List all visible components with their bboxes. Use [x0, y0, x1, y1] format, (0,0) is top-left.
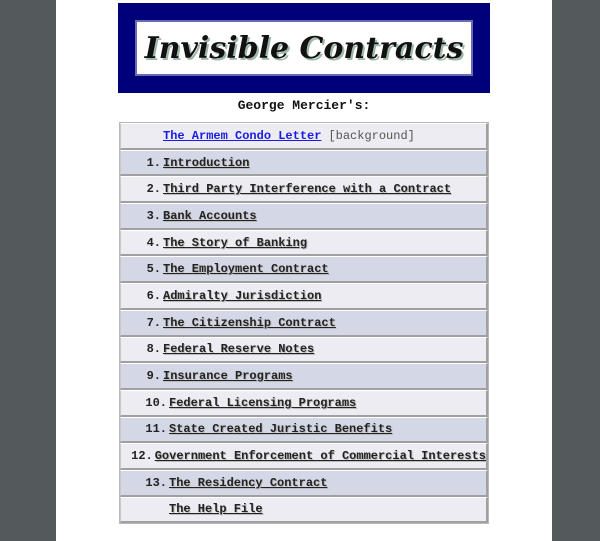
toc-row: 1. Introduction: [120, 149, 488, 177]
toc-link[interactable]: Bank Accounts: [163, 209, 257, 223]
toc-row: 6. Admiralty Jurisdiction: [120, 283, 488, 310]
toc-row-help: The Help File: [120, 496, 488, 524]
author-heading: George Mercier's:: [237, 98, 371, 113]
toc-row: 7. The Citizenship Contract: [120, 309, 488, 337]
toc-link[interactable]: Insurance Programs: [163, 369, 293, 383]
toc-row-intro-letter: The Armem Condo Letter [background]: [120, 123, 488, 150]
item-number: 13.: [145, 475, 167, 490]
toc-row: 4. The Story of Banking: [120, 229, 488, 257]
item-number: 3.: [146, 208, 161, 223]
toc-link[interactable]: Admiralty Jurisdiction: [163, 289, 321, 303]
item-number: 5.: [146, 262, 161, 277]
armem-condo-letter-link[interactable]: The Armem Condo Letter: [163, 129, 321, 143]
toc-row: 12. Government Enforcement of Commercial…: [120, 443, 488, 470]
item-number: 6.: [146, 288, 161, 303]
item-number: 9.: [146, 369, 161, 384]
toc-link[interactable]: Federal Licensing Programs: [169, 396, 356, 410]
toc-link[interactable]: The Employment Contract: [163, 262, 329, 276]
toc-link[interactable]: Third Party Interference with a Contract: [163, 182, 451, 196]
page-content: Invisible Contracts George Mercier's: Th…: [56, 0, 552, 541]
item-number: 7.: [146, 315, 161, 330]
toc-row: 9. Insurance Programs: [120, 363, 488, 390]
toc-row: 5. The Employment Contract: [120, 256, 488, 284]
toc-row: 11. State Created Juristic Benefits: [120, 416, 488, 444]
item-number: 8.: [146, 342, 161, 357]
item-number: 2.: [146, 182, 161, 197]
toc-link[interactable]: Federal Reserve Notes: [163, 342, 314, 356]
toc-link[interactable]: The Citizenship Contract: [163, 316, 336, 330]
table-of-contents: The Armem Condo Letter [background] 1. I…: [119, 122, 489, 525]
item-number: 1.: [146, 155, 161, 170]
item-number: 12.: [131, 449, 153, 464]
toc-row: 3. Bank Accounts: [120, 203, 488, 230]
item-number: 10.: [145, 395, 167, 410]
toc-row: 13. The Residency Contract: [120, 469, 488, 497]
title-banner-inner: Invisible Contracts: [135, 20, 473, 76]
title-banner: Invisible Contracts: [118, 3, 490, 93]
toc-link[interactable]: Introduction: [163, 156, 249, 170]
item-number: 4.: [146, 235, 161, 250]
toc-link[interactable]: State Created Juristic Benefits: [169, 422, 392, 436]
toc-row: 8. Federal Reserve Notes: [120, 336, 488, 364]
help-file-link[interactable]: The Help File: [169, 502, 263, 516]
toc-row: 2. Third Party Interference with a Contr…: [120, 176, 488, 204]
background-note: [background]: [328, 128, 415, 143]
toc-link[interactable]: Government Enforcement of Commercial Int…: [155, 449, 486, 463]
toc-row: 10. Federal Licensing Programs: [120, 389, 488, 417]
item-number: 11.: [145, 422, 167, 437]
toc-link[interactable]: The Story of Banking: [163, 236, 307, 250]
toc-link[interactable]: The Residency Contract: [169, 476, 327, 490]
banner-title: Invisible Contracts: [144, 30, 464, 66]
